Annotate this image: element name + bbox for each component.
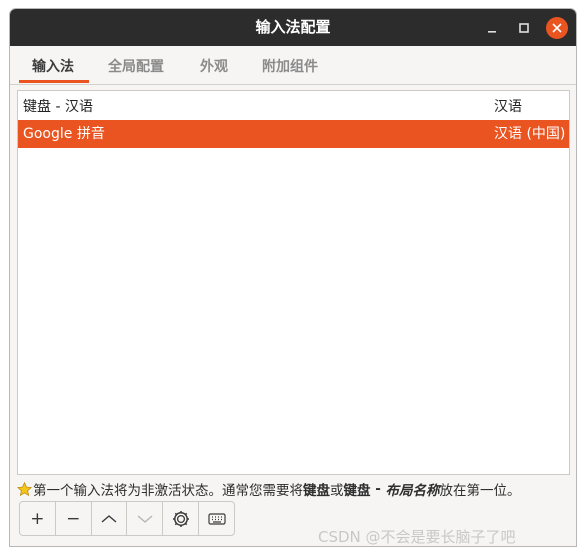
list-item[interactable]: 键盘 - 汉语 汉语 [18, 93, 569, 121]
maximize-icon [519, 23, 529, 33]
tab-input-method[interactable]: 输入法 [32, 56, 74, 76]
add-icon: + [30, 508, 45, 529]
hint-prefix: 第一个输入法将为非激活状态。通常您需要将 [33, 483, 303, 499]
configure-button[interactable] [163, 502, 200, 535]
minimize-button[interactable] [480, 16, 504, 40]
hint-text: 第一个输入法将为非激活状态。通常您需要将 键盘或键盘 - 布局名称 放在第一位。 [17, 479, 521, 499]
move-down-button[interactable] [127, 502, 164, 535]
title-bar[interactable]: 输入法配置 [10, 9, 576, 46]
remove-icon: − [66, 508, 81, 529]
close-button[interactable] [546, 17, 568, 39]
keyboard-layout-button[interactable] [199, 502, 234, 535]
star-icon [17, 481, 32, 496]
hint-keyboard-bold: 键盘 [303, 483, 330, 499]
add-button[interactable]: + [20, 502, 56, 535]
move-down-icon [137, 514, 153, 523]
list-item-name: Google 拼音 [23, 126, 105, 142]
list-item-name: 键盘 - 汉语 [23, 99, 93, 115]
hint-or: 或 [330, 483, 344, 499]
list-item-selected[interactable]: Google 拼音 汉语 (中国) [18, 120, 569, 148]
tab-global-config[interactable]: 全局配置 [108, 56, 164, 76]
close-icon [552, 23, 562, 33]
maximize-button[interactable] [512, 16, 536, 40]
move-up-icon [101, 514, 117, 523]
tab-addons[interactable]: 附加组件 [262, 56, 318, 76]
input-method-config-window: 输入法配置 输入法 全局配置 外观 附加组件 键盘 - 汉语 汉语 Google… [9, 8, 577, 547]
minimize-icon [488, 31, 496, 33]
input-method-list[interactable]: 键盘 - 汉语 汉语 Google 拼音 汉语 (中国) [17, 90, 570, 475]
tab-appearance[interactable]: 外观 [200, 56, 228, 76]
active-tab-indicator [19, 80, 89, 83]
hint-layout-name: 布局名称 [385, 483, 440, 499]
hint-suffix: 放在第一位。 [439, 483, 521, 499]
list-toolbar: + − [19, 501, 235, 536]
hint-keyboard-bold-2: 键盘 [343, 483, 371, 499]
move-up-button[interactable] [92, 502, 128, 535]
list-item-language: 汉语 [494, 99, 522, 115]
keyboard-layout-icon [207, 512, 226, 525]
remove-button[interactable]: − [56, 502, 92, 535]
tab-bar: 输入法 全局配置 外观 附加组件 [10, 46, 576, 85]
configure-icon [172, 510, 189, 527]
list-item-language: 汉语 (中国) [494, 126, 566, 142]
watermark-text: CSDN @不会是要长脑子了吧 [318, 528, 516, 546]
hint-dash: - [370, 481, 386, 497]
